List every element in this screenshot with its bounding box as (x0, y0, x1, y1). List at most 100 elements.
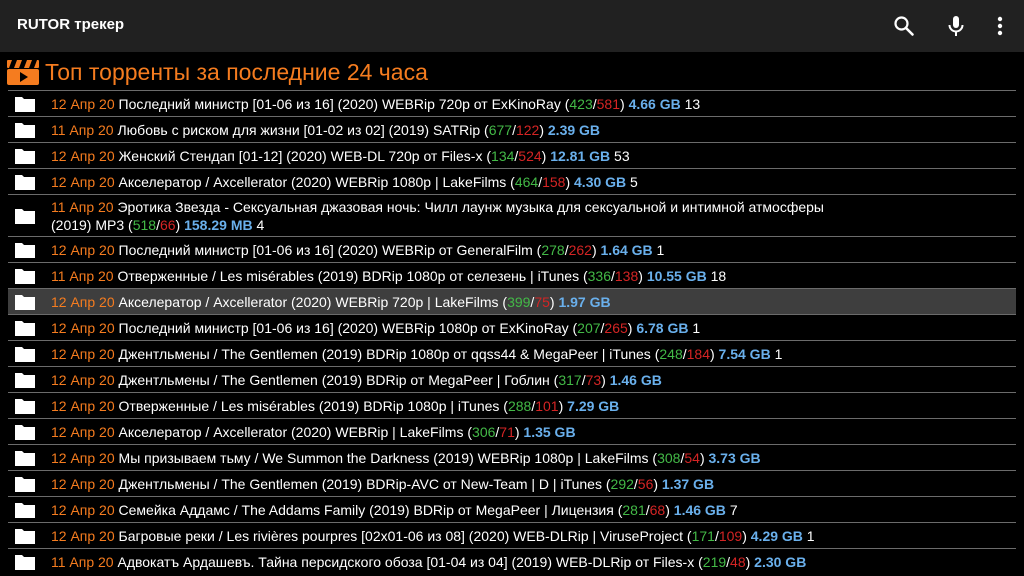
torrent-title: Мы призываем тьму / We Summon the Darkne… (118, 449, 649, 466)
folder-icon (15, 372, 35, 388)
folder-icon (15, 122, 35, 138)
torrent-size: 1.97 GB (558, 293, 611, 310)
torrent-size: 1.46 GB (673, 501, 726, 518)
torrent-title: Адвокатъ Ардашевъ. Тайна персидского обо… (117, 553, 695, 570)
torrent-title: Последний министр [01-06 из 16] (2020) W… (118, 241, 533, 258)
torrent-title: Отверженные / Les misérables (2019) BDRi… (118, 397, 500, 414)
torrent-info: 12 Апр 20 Последний министр [01-06 из 16… (51, 241, 665, 258)
torrent-date: 12 Апр 20 (51, 449, 115, 466)
torrent-date: 12 Апр 20 (51, 397, 115, 414)
torrent-row[interactable]: 12 Апр 20 Последний министр [01-06 из 16… (8, 236, 1016, 262)
seeders-count: 306 (472, 423, 496, 440)
torrent-title: Любовь с риском для жизни [01-02 из 02] … (117, 121, 481, 138)
comments-count: 53 (614, 147, 630, 164)
search-button[interactable] (886, 8, 922, 44)
torrent-row[interactable]: 12 Апр 20 Джентльмены / The Gentlemen (2… (8, 366, 1016, 392)
torrent-row[interactable]: 12 Апр 20 Семейка Аддамс / The Addams Fa… (8, 496, 1016, 522)
torrent-date: 11 Апр 20 (51, 121, 114, 138)
torrent-size: 158.29 MB (184, 216, 253, 233)
torrent-info: 12 Апр 20 Джентльмены / The Gentlemen (2… (51, 475, 715, 492)
torrent-info: 11 Апр 20 Любовь с риском для жизни [01-… (51, 121, 601, 138)
leechers-count: 265 (604, 319, 628, 336)
torrent-size: 1.35 GB (523, 423, 576, 440)
seeders-count: 281 (622, 501, 646, 518)
more-vert-icon (997, 16, 1003, 36)
torrent-row[interactable]: 11 Апр 20 Любовь с риском для жизни [01-… (8, 116, 1016, 142)
leechers-count: 184 (686, 345, 710, 362)
folder-icon (15, 268, 35, 284)
app-bar: RUTOR трекер (0, 0, 1024, 52)
seeders-count: 308 (657, 449, 681, 466)
folder-icon (15, 346, 35, 362)
seeders-count: 399 (507, 293, 531, 310)
torrent-info: 11 Апр 20 Адвокатъ Ардашевъ. Тайна перси… (51, 553, 807, 570)
torrent-title: Джентльмены / The Gentlemen (2019) BDRip… (118, 475, 602, 492)
voice-search-button[interactable] (938, 8, 974, 44)
torrent-row[interactable]: 12 Апр 20 Женский Стендап [01-12] (2020)… (8, 142, 1016, 168)
torrent-size: 12.81 GB (550, 147, 611, 164)
comments-count: 13 (684, 95, 701, 112)
torrent-row[interactable]: 12 Апр 20 Последний министр [01-06 из 16… (8, 314, 1016, 340)
leechers-count: 71 (499, 423, 515, 440)
torrent-date: 12 Апр 20 (51, 173, 115, 190)
torrent-date: 12 Апр 20 (51, 293, 115, 310)
search-icon (894, 16, 914, 36)
torrent-size: 4.66 GB (628, 95, 681, 112)
torrent-info: 12 Апр 20 Джентльмены / The Gentlemen (2… (51, 371, 662, 388)
torrent-row[interactable]: 12 Апр 20 Джентльмены / The Gentlemen (2… (8, 470, 1016, 496)
leechers-count: 109 (718, 527, 743, 544)
torrent-row[interactable]: 12 Апр 20 Акселератор / Axcellerator (20… (8, 168, 1016, 194)
torrent-size: 1.64 GB (600, 241, 653, 258)
torrent-title: Семейка Аддамс / The Addams Family (2019… (118, 501, 614, 518)
overflow-menu-button[interactable] (982, 8, 1018, 44)
torrent-row[interactable]: 11 Апр 20 Адвокатъ Ардашевъ. Тайна перси… (8, 548, 1016, 574)
torrent-title: Акселератор / Axcellerator (2020) WEBRip… (118, 173, 507, 190)
torrent-size: 4.29 GB (750, 527, 803, 544)
torrent-row[interactable]: 12 Апр 20 Акселератор / Axcellerator (20… (8, 288, 1016, 314)
torrent-row[interactable]: 12 Апр 20 Отверженные / Les misérables (… (8, 392, 1016, 418)
folder-icon (15, 450, 35, 466)
leechers-count: 262 (568, 241, 592, 258)
torrent-title: Женский Стендап [01-12] (2020) WEB-DL 72… (118, 147, 483, 164)
torrent-info: 12 Апр 20 Последний министр [01-06 из 16… (51, 95, 701, 112)
torrent-info: 12 Апр 20 Женский Стендап [01-12] (2020)… (51, 147, 630, 164)
torrent-title: Акселератор / Axcellerator (2020) WEBRip… (118, 423, 464, 440)
torrent-title: Джентльмены / The Gentlemen (2019) BDRip… (118, 345, 651, 362)
seeders-count: 518 (132, 216, 157, 233)
torrent-row[interactable]: 12 Апр 20 Последний министр [01-06 из 16… (8, 90, 1016, 116)
torrent-title: Акселератор / Axcellerator (2020) WEBRip… (118, 293, 499, 310)
seeders-count: 207 (577, 319, 601, 336)
torrent-row[interactable]: 12 Апр 20 Багровые реки / Les rivières p… (8, 522, 1016, 548)
torrent-info: 12 Апр 20 Акселератор / Axcellerator (20… (51, 173, 638, 190)
torrent-title: Последний министр [01-06 из 16] (2020) W… (118, 319, 569, 336)
torrent-size: 4.30 GB (574, 173, 627, 190)
seeders-count: 288 (507, 397, 532, 414)
torrent-row[interactable]: 12 Апр 20 Акселератор / Axcellerator (20… (8, 418, 1016, 444)
torrent-row[interactable]: 12 Апр 20 Мы призываем тьму / We Summon … (8, 444, 1016, 470)
comments-count: 18 (710, 267, 727, 284)
torrent-list: 12 Апр 20 Последний министр [01-06 из 16… (0, 90, 1024, 574)
torrent-size: 3.73 GB (708, 449, 761, 466)
comments-count: 4 (256, 216, 265, 233)
comments-count: 1 (692, 319, 701, 336)
torrent-row[interactable]: 12 Апр 20 Джентльмены / The Gentlemen (2… (8, 340, 1016, 366)
folder-icon (15, 554, 35, 570)
torrent-date: 12 Апр 20 (51, 371, 115, 388)
torrent-info: 12 Апр 20 Мы призываем тьму / We Summon … (51, 449, 761, 466)
leechers-count: 66 (159, 216, 176, 233)
leechers-count: 524 (518, 147, 542, 164)
seeders-count: 248 (659, 345, 683, 362)
leechers-count: 75 (534, 293, 550, 310)
folder-icon (15, 148, 35, 164)
leechers-count: 54 (684, 449, 700, 466)
torrent-title: Последний министр [01-06 из 16] (2020) W… (118, 95, 561, 112)
folder-icon (15, 320, 35, 336)
torrent-size: 10.55 GB (646, 267, 707, 284)
torrent-row[interactable]: 11 Апр 20 Эротика Звезда - Сексуальная д… (8, 194, 1016, 236)
torrent-info: 12 Апр 20 Семейка Аддамс / The Addams Fa… (51, 501, 738, 518)
torrent-row[interactable]: 11 Апр 20 Отверженные / Les misérables (… (8, 262, 1016, 288)
app-title: RUTOR трекер (17, 16, 125, 33)
torrent-list-screen[interactable]: Топ торренты за последние 24 часа 12 Апр… (0, 52, 1024, 576)
folder-icon (15, 398, 35, 414)
clapperboard-icon (7, 60, 39, 85)
